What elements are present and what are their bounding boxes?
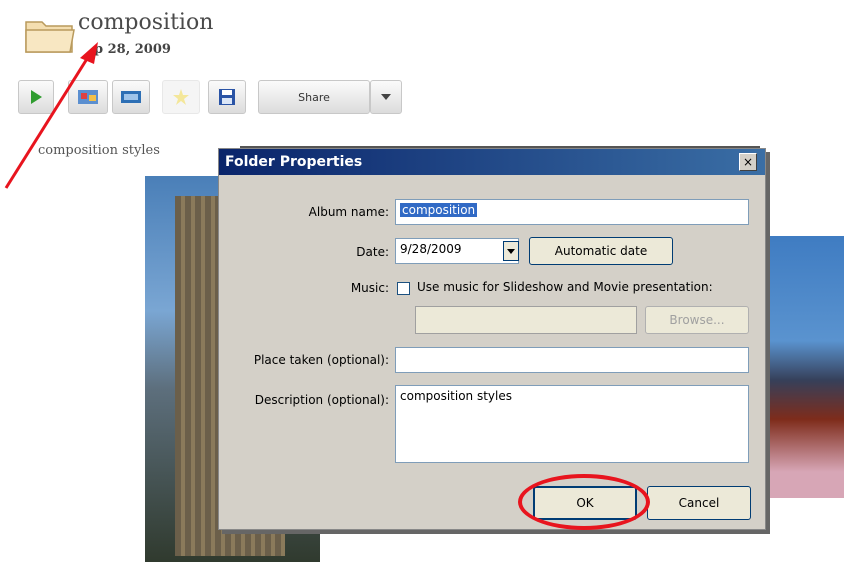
- chevron-down-icon: [381, 94, 391, 100]
- music-checkbox[interactable]: [397, 282, 410, 295]
- annotation-arrow-icon: [4, 42, 98, 189]
- date-value: 9/28/2009: [400, 242, 462, 256]
- close-button[interactable]: ×: [739, 153, 757, 171]
- date-select[interactable]: 9/28/2009: [395, 238, 519, 264]
- dialog-title: Folder Properties: [225, 154, 363, 170]
- automatic-date-button[interactable]: Automatic date: [529, 237, 673, 265]
- save-icon: [219, 89, 235, 105]
- browse-button[interactable]: Browse...: [645, 306, 749, 334]
- movie-icon: [121, 91, 141, 103]
- description-value: composition styles: [400, 389, 513, 403]
- share-dropdown-button[interactable]: [370, 80, 402, 114]
- folder-properties-dialog: Folder Properties × Album name: composit…: [218, 148, 766, 530]
- music-path-input[interactable]: [415, 306, 637, 334]
- album-name-label: Album name:: [308, 205, 389, 219]
- album-name-value: composition: [400, 203, 478, 217]
- star-button[interactable]: [162, 80, 200, 114]
- place-label: Place taken (optional):: [253, 353, 389, 367]
- place-input[interactable]: [395, 347, 749, 373]
- description-textarea[interactable]: composition styles: [395, 385, 749, 463]
- music-label: Music:: [350, 281, 389, 295]
- star-icon: [173, 89, 189, 105]
- share-button[interactable]: Share: [258, 80, 370, 114]
- save-button[interactable]: [208, 80, 246, 114]
- photo-sculpture[interactable]: [760, 236, 844, 498]
- chevron-down-icon: [507, 248, 515, 254]
- annotation-ellipse: [518, 474, 650, 530]
- description-label: Description (optional):: [254, 393, 389, 407]
- cancel-button[interactable]: Cancel: [647, 486, 751, 520]
- album-name-input[interactable]: composition: [395, 199, 749, 225]
- date-label: Date:: [356, 245, 389, 259]
- album-title: composition: [78, 10, 214, 35]
- date-dropdown-button[interactable]: [503, 241, 519, 261]
- dialog-titlebar[interactable]: Folder Properties: [219, 149, 765, 175]
- music-checkbox-label: Use music for Slideshow and Movie presen…: [417, 280, 713, 294]
